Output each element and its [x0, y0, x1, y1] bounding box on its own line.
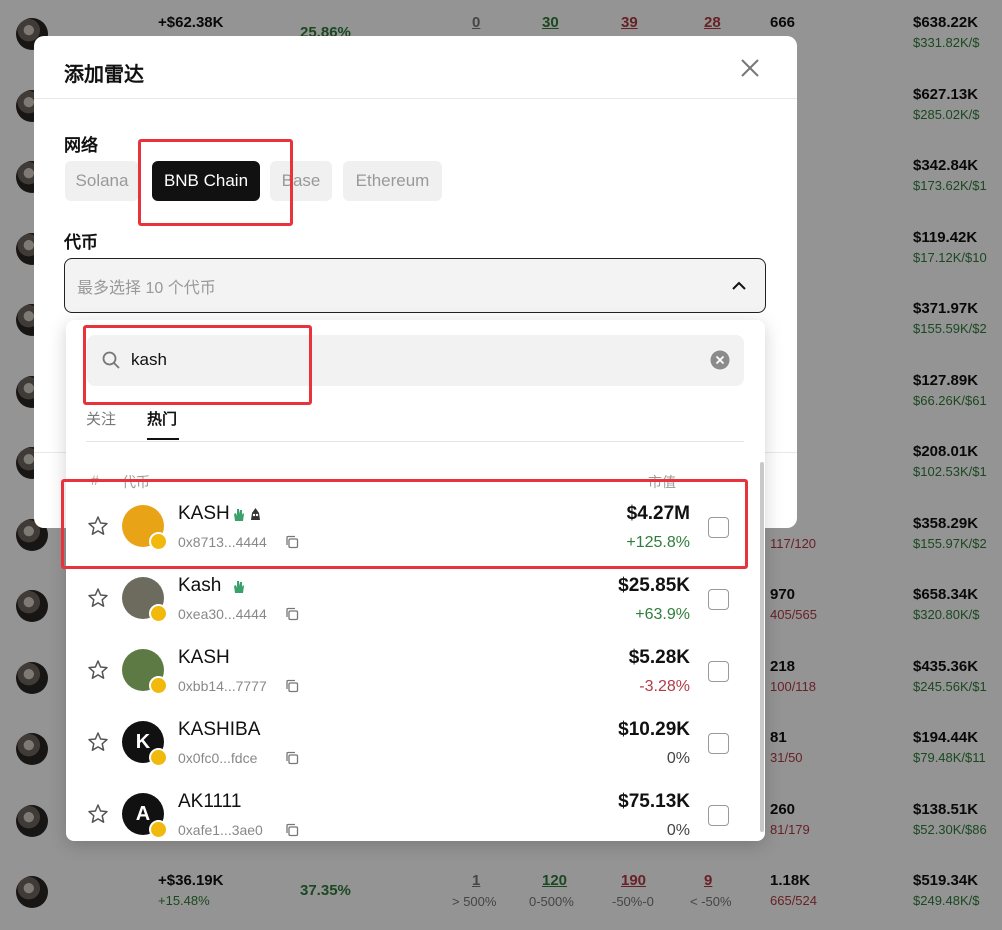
- search-icon: [102, 351, 120, 369]
- network-chip-solana[interactable]: Solana: [65, 161, 139, 201]
- tab-hot[interactable]: 热门: [147, 408, 177, 429]
- token-row[interactable]: Kash 0xea30...4444 $25.85K +63.9%: [66, 565, 765, 637]
- token-change: 0%: [666, 750, 690, 767]
- token-select-checkbox[interactable]: [708, 733, 729, 754]
- copy-icon[interactable]: [285, 679, 299, 693]
- close-icon: [741, 59, 759, 77]
- token-name: KASH: [178, 503, 230, 524]
- bnb-chain-badge-icon: [149, 748, 168, 767]
- token-row[interactable]: A AK1111 0xafe1...3ae0 $75.13K 0%: [66, 781, 765, 841]
- modal-divider: [34, 98, 797, 99]
- token-market-cap: $25.85K: [618, 575, 690, 596]
- scrollbar[interactable]: [760, 462, 764, 832]
- bnb-chain-badge-icon: [149, 532, 168, 551]
- token-select-checkbox[interactable]: [708, 661, 729, 682]
- token-change: 0%: [666, 822, 690, 839]
- token-row[interactable]: KASH 0xbb14...7777 $5.28K -3.28%: [66, 637, 765, 709]
- token-select-checkbox[interactable]: [708, 589, 729, 610]
- search-box[interactable]: [87, 335, 744, 386]
- token-address: 0x0fc0...fdce: [178, 750, 258, 766]
- copy-icon[interactable]: [285, 535, 299, 549]
- star-icon[interactable]: [87, 803, 109, 825]
- copy-icon[interactable]: [285, 751, 299, 765]
- chevron-up-icon: [732, 281, 746, 290]
- network-chip-base[interactable]: Base: [270, 161, 332, 201]
- modal-title: 添加雷达: [64, 64, 144, 86]
- star-icon[interactable]: [87, 731, 109, 753]
- token-change: +125.8%: [626, 534, 690, 551]
- tab-follow[interactable]: 关注: [86, 408, 116, 429]
- copy-icon[interactable]: [285, 823, 299, 837]
- token-market-cap: $75.13K: [618, 791, 690, 812]
- token-market-cap: $10.29K: [618, 719, 690, 740]
- token-market-cap: $5.28K: [628, 647, 690, 668]
- star-icon[interactable]: [87, 587, 109, 609]
- token-name: KASHIBA: [178, 719, 261, 740]
- copy-icon[interactable]: [285, 607, 299, 621]
- bnb-chain-badge-icon: [149, 676, 168, 695]
- bnb-chain-badge-icon: [149, 820, 168, 839]
- token-select-checkbox[interactable]: [708, 517, 729, 538]
- token-address: 0xbb14...7777: [178, 678, 267, 694]
- token-address: 0xea30...4444: [178, 606, 267, 622]
- token-market-cap: $4.27M: [626, 503, 690, 524]
- column-header-token: 代币: [122, 474, 150, 490]
- bnb-chain-badge-icon: [149, 604, 168, 623]
- clear-search-icon[interactable]: [710, 350, 730, 370]
- close-button[interactable]: [738, 56, 762, 80]
- column-header-index: #: [91, 472, 99, 488]
- token-label: 代币: [64, 233, 98, 252]
- hand-icon: [232, 507, 245, 522]
- network-label: 网络: [64, 136, 98, 155]
- search-input[interactable]: [131, 345, 691, 375]
- token-dropdown: 关注 热门 # 代币 市值 KASH 0x8713...4444 $4.27M …: [66, 320, 765, 841]
- star-icon[interactable]: [87, 659, 109, 681]
- token-select-placeholder: 最多选择 10 个代币: [77, 279, 216, 297]
- token-name: Kash: [178, 575, 222, 596]
- network-chip-ethereum[interactable]: Ethereum: [343, 161, 442, 201]
- star-icon[interactable]: [87, 515, 109, 537]
- token-name: AK1111: [178, 791, 242, 812]
- token-row[interactable]: KASH 0x8713...4444 $4.27M +125.8%: [66, 493, 765, 565]
- token-select-checkbox[interactable]: [708, 805, 729, 826]
- token-name: KASH: [178, 647, 230, 668]
- column-header-market-cap: 市值: [648, 474, 676, 490]
- network-chip-bnb-chain[interactable]: BNB Chain: [152, 161, 260, 201]
- token-change: -3.28%: [639, 678, 690, 695]
- token-row[interactable]: K KASHIBA 0x0fc0...fdce $10.29K 0%: [66, 709, 765, 781]
- active-tab-indicator: [147, 438, 179, 440]
- token-select[interactable]: 最多选择 10 个代币: [64, 258, 766, 313]
- token-address: 0xafe1...3ae0: [178, 822, 263, 838]
- tabs-divider: [86, 441, 744, 442]
- hat-icon: [249, 507, 262, 522]
- token-address: 0x8713...4444: [178, 534, 267, 550]
- token-change: +63.9%: [635, 606, 690, 623]
- hand-icon: [232, 579, 245, 594]
